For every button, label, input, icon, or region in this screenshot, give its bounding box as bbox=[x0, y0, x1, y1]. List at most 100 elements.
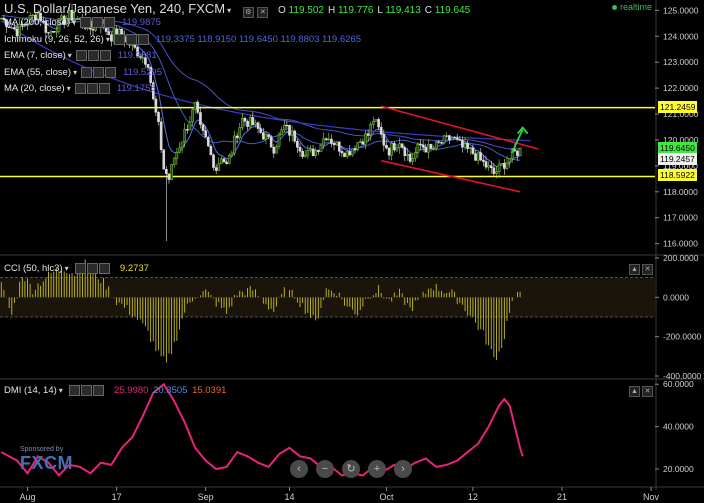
candle-body bbox=[455, 137, 459, 140]
candle-body bbox=[458, 139, 462, 141]
eye-icon[interactable] bbox=[80, 17, 92, 28]
cci-legend: CCI (50, hlc3) ▾ 9.2737 bbox=[4, 263, 149, 274]
candle-body bbox=[340, 151, 344, 154]
candle-body bbox=[413, 152, 417, 159]
settings-icon[interactable] bbox=[125, 33, 137, 45]
indicator-label[interactable]: Ichimoku (9, 26, 52, 26) bbox=[4, 34, 104, 45]
close-icon[interactable] bbox=[105, 66, 117, 78]
candle-body bbox=[343, 152, 346, 157]
indicator-label[interactable]: EMA (7, close) bbox=[4, 50, 66, 61]
indicator-label[interactable]: MA (200, close) bbox=[4, 17, 70, 28]
settings-icon[interactable] bbox=[81, 385, 93, 396]
close-icon[interactable]: ✕ bbox=[257, 6, 269, 18]
candle-body bbox=[225, 161, 228, 164]
candle-body bbox=[385, 145, 388, 149]
y-tick-label: -200.0000 bbox=[663, 332, 702, 342]
zoom-out-icon[interactable]: − bbox=[316, 460, 334, 478]
scroll-right-icon[interactable]: › bbox=[394, 460, 412, 478]
candle-body bbox=[497, 163, 501, 172]
price-tag: 118.5922 bbox=[658, 169, 697, 182]
close-icon[interactable] bbox=[99, 50, 111, 61]
candle-body bbox=[183, 129, 187, 142]
candle-body bbox=[235, 135, 239, 139]
chevron-down-icon[interactable]: ▾ bbox=[68, 51, 72, 60]
candle-body bbox=[165, 168, 168, 174]
settings-icon[interactable] bbox=[87, 263, 99, 274]
settings-icon[interactable] bbox=[93, 66, 105, 78]
candle-body bbox=[322, 138, 325, 146]
eye-icon[interactable] bbox=[74, 83, 86, 94]
candle-body bbox=[212, 154, 215, 168]
candle-body bbox=[209, 145, 213, 156]
candle-body bbox=[445, 135, 449, 137]
settings-icon[interactable] bbox=[86, 83, 98, 94]
candle-body bbox=[416, 144, 420, 153]
dmi-label[interactable]: DMI (14, 14) bbox=[4, 385, 57, 396]
symbol-title[interactable]: U.S. Dollar/Japanese Yen, 240, FXCM bbox=[4, 1, 225, 16]
live-dot-icon bbox=[611, 5, 617, 10]
eye-icon[interactable] bbox=[69, 385, 81, 396]
chevron-down-icon[interactable]: ▾ bbox=[67, 84, 71, 93]
candle-body bbox=[180, 141, 184, 149]
candle-body bbox=[429, 144, 433, 149]
close-icon[interactable] bbox=[98, 83, 110, 94]
candle-body bbox=[317, 150, 320, 152]
settings-icon[interactable] bbox=[92, 17, 104, 28]
eye-icon[interactable] bbox=[81, 66, 93, 78]
indicator-label[interactable]: EMA (55, close) bbox=[4, 67, 71, 78]
candle-body bbox=[288, 125, 291, 136]
pane-up-icon[interactable]: ▲ bbox=[629, 264, 640, 275]
chevron-down-icon[interactable]: ▾ bbox=[72, 18, 76, 27]
eye-icon[interactable] bbox=[75, 263, 87, 274]
cci-label[interactable]: CCI (50, hlc3) bbox=[4, 263, 63, 274]
candle-body bbox=[188, 121, 192, 131]
candle-body bbox=[474, 153, 477, 161]
pane-up-icon[interactable]: ▲ bbox=[629, 386, 640, 397]
candle-body bbox=[503, 163, 506, 169]
candle-body bbox=[330, 138, 333, 144]
indicator-label[interactable]: MA (20, close) bbox=[4, 83, 65, 94]
candle-body bbox=[390, 143, 393, 156]
eye-icon[interactable] bbox=[75, 50, 87, 61]
indicator-row: EMA (55, close) ▾ 119.5295 bbox=[4, 66, 162, 78]
candle-body bbox=[251, 117, 255, 126]
candle-body bbox=[484, 161, 488, 168]
close-icon[interactable] bbox=[137, 33, 149, 45]
chevron-down-icon[interactable]: ▾ bbox=[73, 68, 77, 77]
candle-body bbox=[361, 141, 365, 145]
settings-icon[interactable]: ⚙ bbox=[242, 6, 254, 18]
candle-body bbox=[324, 138, 328, 141]
candle-body bbox=[91, 28, 95, 31]
candle-body bbox=[468, 147, 472, 149]
reset-icon[interactable]: ↻ bbox=[342, 460, 360, 478]
chevron-down-icon[interactable]: ▾ bbox=[106, 35, 110, 44]
pane-close-icon[interactable]: ✕ bbox=[642, 264, 653, 275]
candle-body bbox=[204, 130, 207, 138]
y-tick-label: 20.0000 bbox=[663, 464, 694, 474]
close-icon[interactable] bbox=[104, 17, 116, 28]
chevron-down-icon[interactable]: ▾ bbox=[59, 386, 63, 395]
candle-body bbox=[272, 147, 276, 154]
close-icon[interactable] bbox=[93, 385, 105, 396]
candle-body bbox=[246, 121, 249, 127]
candle-body bbox=[52, 31, 56, 33]
candle-body bbox=[432, 148, 435, 150]
candle-body bbox=[466, 143, 469, 149]
candle-body bbox=[243, 118, 247, 122]
close-icon[interactable] bbox=[99, 263, 111, 274]
settings-icon[interactable] bbox=[87, 50, 99, 61]
candle-body bbox=[337, 141, 341, 152]
ohlc-key: O bbox=[278, 5, 289, 16]
eye-icon[interactable] bbox=[113, 33, 125, 45]
indicator-row: Ichimoku (9, 26, 52, 26) ▾ 119.3375 118.91… bbox=[4, 33, 361, 45]
zoom-in-icon[interactable]: + bbox=[368, 460, 386, 478]
indicator-value: 119.3681 bbox=[117, 50, 157, 62]
pane-close-icon[interactable]: ✕ bbox=[642, 386, 653, 397]
x-tick-label: 12 bbox=[468, 492, 478, 502]
y-tick-label: 117.0000 bbox=[663, 213, 698, 223]
chevron-down-icon[interactable]: ▾ bbox=[65, 264, 69, 273]
scroll-left-icon[interactable]: ‹ bbox=[290, 460, 308, 478]
chevron-down-icon[interactable]: ▾ bbox=[227, 6, 231, 15]
x-tick-label: 21 bbox=[557, 492, 567, 502]
sponsor-logo[interactable]: Sponsored by FXCM bbox=[20, 446, 73, 474]
